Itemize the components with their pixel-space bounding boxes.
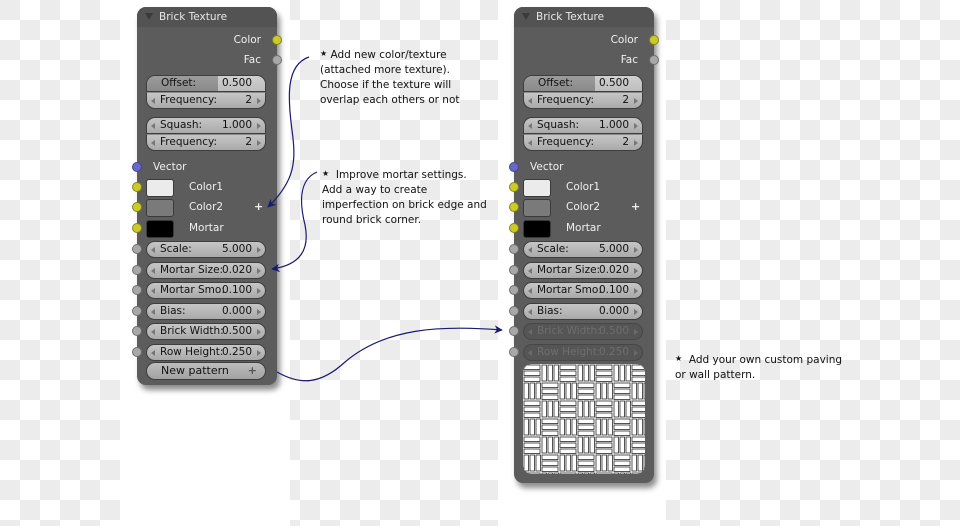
arrow-new-pattern xyxy=(276,325,503,382)
arrow-mortar xyxy=(271,171,318,273)
annotation-arrows xyxy=(267,56,503,382)
arrow-add-color xyxy=(267,56,310,208)
